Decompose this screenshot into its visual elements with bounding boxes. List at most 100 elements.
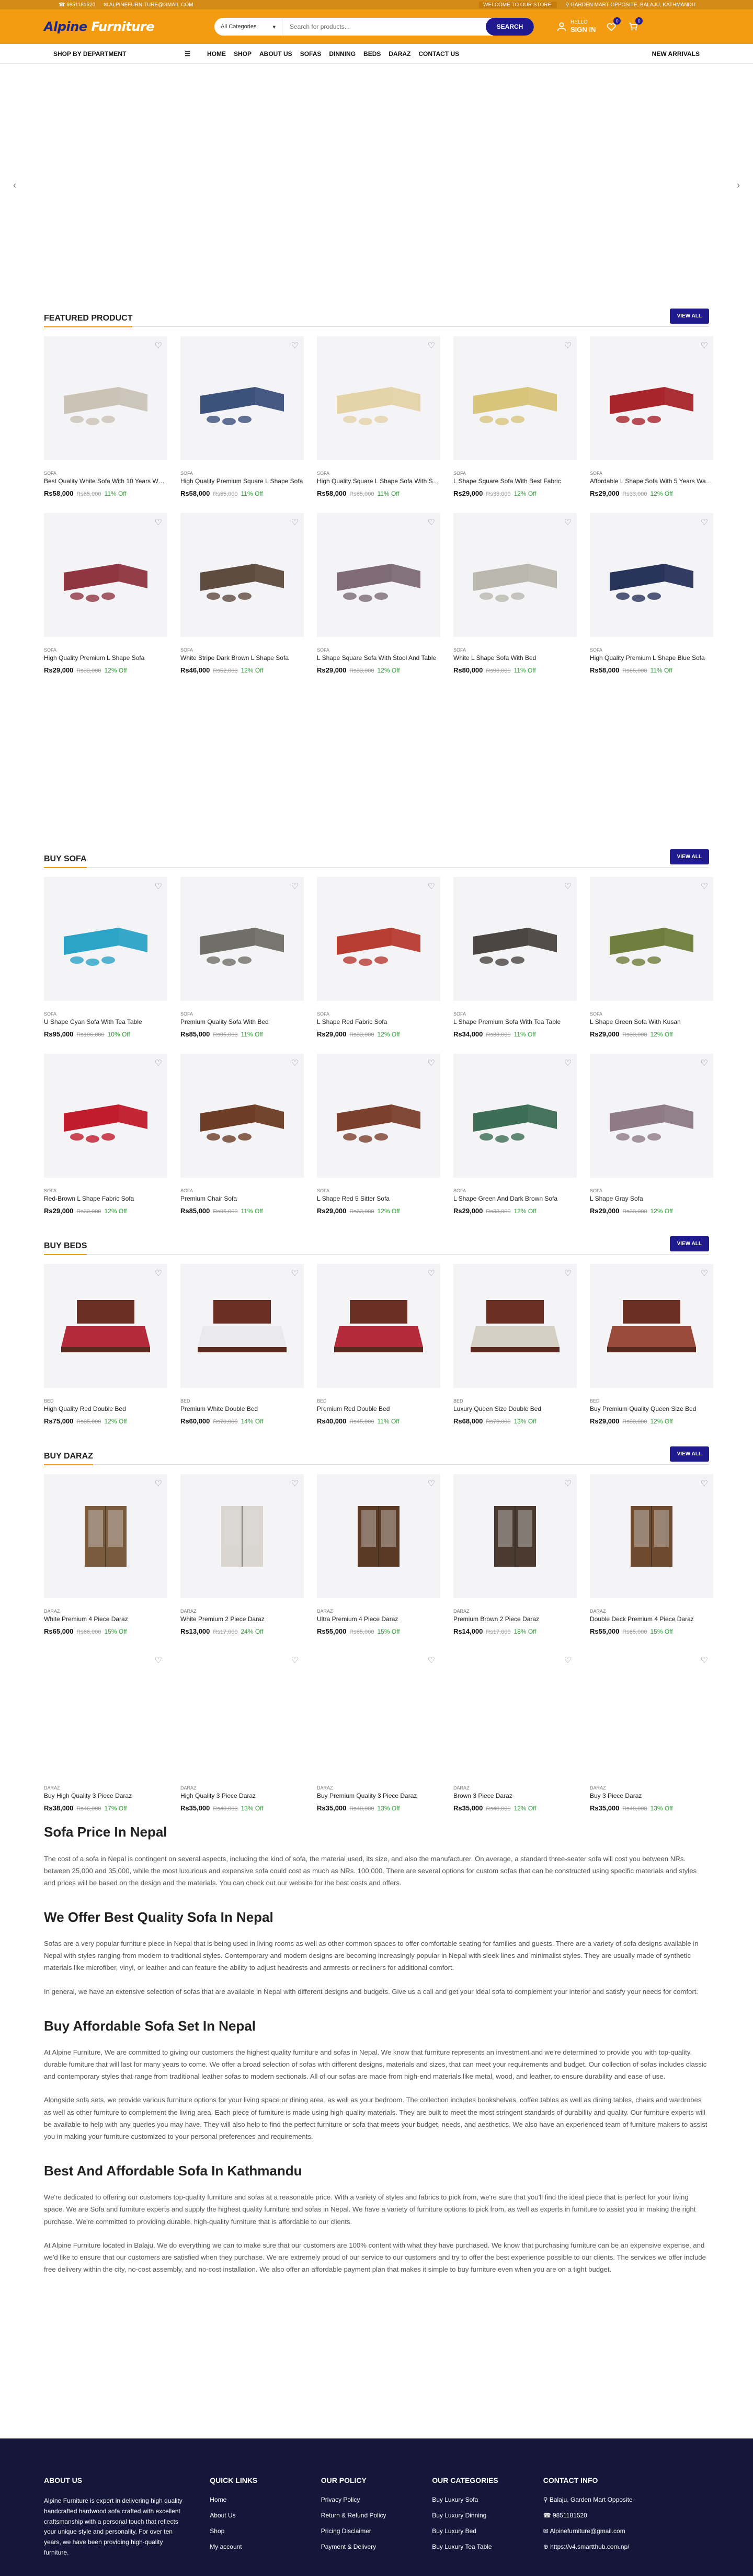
- product-card[interactable]: ♡ DARAZ White Premium 4 Piece Daraz Rs65,00…: [44, 1474, 167, 1651]
- footer-link[interactable]: Home: [210, 2496, 321, 2503]
- product-card[interactable]: ♡ SOFA High Quality Premium L Shape Blue S…: [590, 513, 713, 690]
- product-card[interactable]: ♡ DARAZ Premium Brown 2 Piece Daraz Rs14,00…: [453, 1474, 577, 1651]
- product-category[interactable]: SOFA: [180, 1188, 304, 1193]
- product-card[interactable]: ♡ DARAZ Buy Premium Quality 3 Piece Daraz R…: [317, 1651, 440, 1828]
- wishlist-heart-icon[interactable]: ♡: [155, 1268, 162, 1279]
- wishlist-heart-icon[interactable]: ♡: [701, 517, 708, 528]
- product-card[interactable]: ♡ DARAZ White Premium 2 Piece Daraz Rs13,00…: [180, 1474, 304, 1651]
- product-category[interactable]: SOFA: [590, 471, 713, 476]
- product-name[interactable]: U Shape Cyan Sofa With Tea Table: [44, 1018, 167, 1025]
- product-card[interactable]: ♡ DARAZ High Quality 3 Piece Daraz Rs35,000…: [180, 1651, 304, 1828]
- product-card[interactable]: ♡ SOFA Red-Brown L Shape Fabric Sofa Rs29,0…: [44, 1054, 167, 1230]
- product-thumb[interactable]: ♡: [453, 336, 577, 460]
- nav-shop[interactable]: SHOP: [234, 50, 252, 58]
- footer-link[interactable]: Pricing Disclaimer: [321, 2527, 432, 2535]
- product-name[interactable]: L Shape Green Sofa With Kusan: [590, 1018, 713, 1025]
- product-name[interactable]: Premium Brown 2 Piece Daraz: [453, 1615, 577, 1623]
- product-card[interactable]: ♡ DARAZ Ultra Premium 4 Piece Daraz Rs55,00…: [317, 1474, 440, 1651]
- product-name[interactable]: High Quality Square L Shape Sofa With St…: [317, 477, 440, 485]
- product-name[interactable]: Ultra Premium 4 Piece Daraz: [317, 1615, 440, 1623]
- footer-link[interactable]: Buy Luxury Tea Table: [432, 2543, 543, 2550]
- product-name[interactable]: White Premium 4 Piece Daraz: [44, 1615, 167, 1623]
- product-name[interactable]: High Quality Premium L Shape Blue Sofa: [590, 654, 713, 662]
- product-thumb[interactable]: ♡: [453, 877, 577, 1001]
- product-thumb[interactable]: ♡: [180, 1651, 304, 1775]
- wishlist-heart-icon[interactable]: ♡: [564, 1655, 572, 1666]
- wishlist-heart-icon[interactable]: ♡: [564, 1058, 572, 1068]
- nav-dinning[interactable]: DINNING: [329, 50, 356, 58]
- slider-next-icon[interactable]: ›: [737, 180, 740, 191]
- footer-contact-email[interactable]: ✉ Alpinefurniture@gmail.com: [543, 2527, 709, 2535]
- wishlist-heart-icon[interactable]: ♡: [291, 1655, 299, 1666]
- product-category[interactable]: DARAZ: [590, 1785, 713, 1791]
- product-category[interactable]: SOFA: [590, 1011, 713, 1017]
- footer-link[interactable]: Buy Luxury Bed: [432, 2527, 543, 2535]
- product-category[interactable]: SOFA: [317, 647, 440, 653]
- product-category[interactable]: DARAZ: [453, 1785, 577, 1791]
- product-card[interactable]: ♡ SOFA Premium Quality Sofa With Bed Rs85,0…: [180, 877, 304, 1054]
- product-category[interactable]: DARAZ: [44, 1785, 167, 1791]
- footer-link[interactable]: Payment & Delivery: [321, 2543, 432, 2550]
- product-name[interactable]: White Premium 2 Piece Daraz: [180, 1615, 304, 1623]
- wishlist-heart-icon[interactable]: ♡: [155, 1478, 162, 1489]
- product-thumb[interactable]: ♡: [317, 1054, 440, 1178]
- product-thumb[interactable]: ♡: [180, 336, 304, 460]
- footer-contact-website[interactable]: ⊕ https://v4.smartthub.com.np/: [543, 2543, 709, 2550]
- product-name[interactable]: Affordable L Shape Sofa With 5 Years War…: [590, 477, 713, 485]
- product-category[interactable]: SOFA: [453, 471, 577, 476]
- footer-contact-phone[interactable]: ☎ 9851181520: [543, 2512, 709, 2519]
- product-name[interactable]: L Shape Square Sofa With Best Fabric: [453, 477, 577, 485]
- product-category[interactable]: DARAZ: [590, 1609, 713, 1614]
- wishlist-heart-icon[interactable]: ♡: [701, 881, 708, 892]
- product-name[interactable]: Buy High Quality 3 Piece Daraz: [44, 1792, 167, 1799]
- product-name[interactable]: L Shape Gray Sofa: [590, 1195, 713, 1202]
- product-thumb[interactable]: ♡: [590, 1474, 713, 1598]
- wishlist-heart-icon[interactable]: ♡: [155, 1655, 162, 1666]
- product-card[interactable]: ♡ BED Premium White Double Bed Rs60,000 Rs70…: [180, 1264, 304, 1441]
- product-name[interactable]: Buy 3 Piece Daraz: [590, 1792, 713, 1799]
- product-category[interactable]: SOFA: [453, 1188, 577, 1193]
- wishlist-heart-icon[interactable]: ♡: [701, 1478, 708, 1489]
- product-category[interactable]: SOFA: [180, 647, 304, 653]
- signin-link[interactable]: HELLO SIGN IN: [556, 19, 596, 34]
- product-thumb[interactable]: ♡: [180, 1474, 304, 1598]
- product-thumb[interactable]: ♡: [317, 1474, 440, 1598]
- product-name[interactable]: Best Quality White Sofa With 10 Years Wa…: [44, 477, 167, 485]
- product-category[interactable]: BED: [44, 1398, 167, 1404]
- product-name[interactable]: L Shape Premium Sofa With Tea Table: [453, 1018, 577, 1025]
- wishlist-heart-icon[interactable]: ♡: [291, 517, 299, 528]
- product-name[interactable]: L Shape Green And Dark Brown Sofa: [453, 1195, 577, 1202]
- product-name[interactable]: Buy Premium Quality Queen Size Bed: [590, 1405, 713, 1412]
- footer-link[interactable]: About Us: [210, 2512, 321, 2519]
- product-category[interactable]: DARAZ: [180, 1609, 304, 1614]
- product-thumb[interactable]: ♡: [317, 513, 440, 637]
- product-category[interactable]: BED: [317, 1398, 440, 1404]
- wishlist-heart-icon[interactable]: ♡: [291, 340, 299, 351]
- product-category[interactable]: SOFA: [453, 1011, 577, 1017]
- product-name[interactable]: High Quality Premium Square L Shape Sofa: [180, 477, 304, 485]
- product-card[interactable]: ♡ BED Luxury Queen Size Double Bed Rs68,000…: [453, 1264, 577, 1441]
- product-thumb[interactable]: ♡: [317, 336, 440, 460]
- product-name[interactable]: Premium Red Double Bed: [317, 1405, 440, 1412]
- product-category[interactable]: DARAZ: [317, 1609, 440, 1614]
- product-category[interactable]: SOFA: [44, 647, 167, 653]
- product-name[interactable]: L Shape Red Fabric Sofa: [317, 1018, 440, 1025]
- product-name[interactable]: Brown 3 Piece Daraz: [453, 1792, 577, 1799]
- product-card[interactable]: ♡ SOFA L Shape Gray Sofa Rs29,000 Rs33,000 12…: [590, 1054, 713, 1230]
- product-category[interactable]: DARAZ: [44, 1609, 167, 1614]
- product-name[interactable]: High Quality Premium L Shape Sofa: [44, 654, 167, 662]
- search-input[interactable]: [282, 18, 486, 36]
- product-card[interactable]: ♡ SOFA L Shape Premium Sofa With Tea Table…: [453, 877, 577, 1054]
- view-all-button[interactable]: VIEW ALL: [669, 1236, 709, 1251]
- wishlist-heart-icon[interactable]: ♡: [291, 1268, 299, 1279]
- wishlist-heart-icon[interactable]: ♡: [701, 1268, 708, 1279]
- product-card[interactable]: ♡ SOFA Best Quality White Sofa With 10 Yea…: [44, 336, 167, 513]
- footer-link[interactable]: Buy Luxury Dinning: [432, 2512, 543, 2519]
- product-thumb[interactable]: ♡: [590, 1054, 713, 1178]
- view-all-button[interactable]: VIEW ALL: [669, 849, 709, 864]
- product-name[interactable]: Premium Chair Sofa: [180, 1195, 304, 1202]
- wishlist-heart-icon[interactable]: ♡: [701, 1655, 708, 1666]
- product-card[interactable]: ♡ BED Premium Red Double Bed Rs40,000 Rs45,0…: [317, 1264, 440, 1441]
- product-thumb[interactable]: ♡: [44, 877, 167, 1001]
- wishlist-heart-icon[interactable]: ♡: [564, 517, 572, 528]
